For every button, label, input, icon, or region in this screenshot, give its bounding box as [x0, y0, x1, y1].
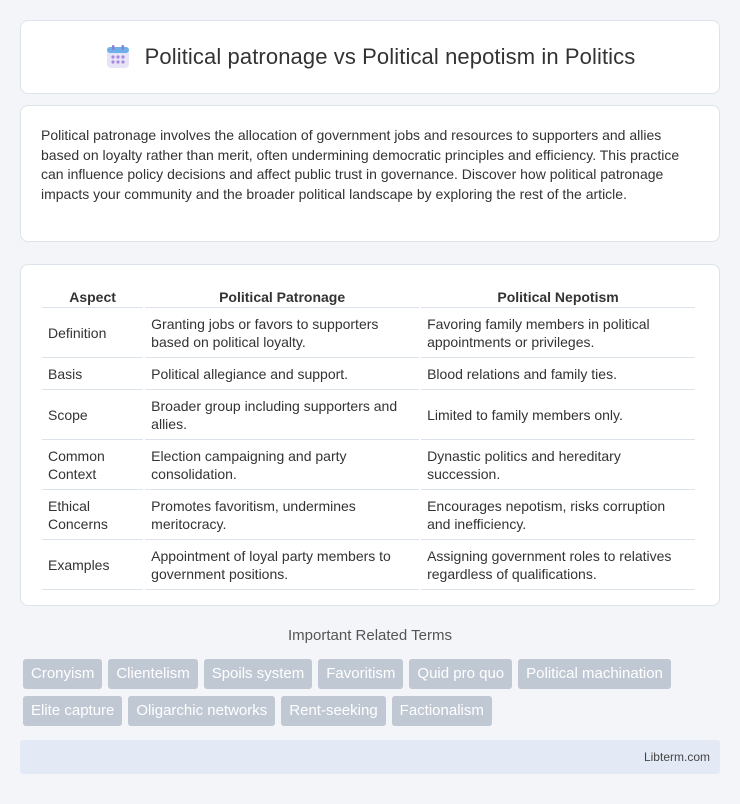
cell-aspect: Scope [42, 390, 144, 440]
table-header-row: Aspect Political Patronage Political Nep… [42, 285, 695, 308]
cell-nepotism: Favoring family members in political app… [421, 308, 695, 358]
term-tag[interactable]: Quid pro quo [409, 659, 513, 689]
cell-nepotism: Assigning government roles to relatives … [421, 540, 695, 590]
table-row: Examples Appointment of loyal party memb… [42, 540, 695, 590]
table-row: Common Context Election campaigning and … [42, 440, 695, 490]
cell-aspect: Definition [42, 308, 144, 358]
header-aspect: Aspect [42, 285, 144, 308]
related-terms-list: Cronyism Clientelism Spoils system Favor… [23, 659, 723, 726]
intro-card: Political patronage involves the allocat… [20, 105, 720, 242]
term-tag[interactable]: Oligarchic networks [128, 696, 276, 726]
table-row: Definition Granting jobs or favors to su… [42, 308, 695, 358]
cell-patronage: Granting jobs or favors to supporters ba… [145, 308, 420, 358]
comparison-table: Aspect Political Patronage Political Nep… [40, 285, 697, 590]
table-row: Scope Broader group including supporters… [42, 390, 695, 440]
term-tag[interactable]: Political machination [518, 659, 671, 689]
table-row: Ethical Concerns Promotes favoritism, un… [42, 490, 695, 540]
cell-nepotism: Dynastic politics and hereditary success… [421, 440, 695, 490]
table-row: Basis Political allegiance and support. … [42, 358, 695, 390]
cell-patronage: Appointment of loyal party members to go… [145, 540, 420, 590]
cell-aspect: Basis [42, 358, 144, 390]
term-tag[interactable]: Elite capture [23, 696, 123, 726]
intro-text: Political patronage involves the allocat… [41, 127, 680, 202]
comparison-card: Aspect Political Patronage Political Nep… [20, 264, 720, 606]
related-terms-title: Important Related Terms [288, 627, 452, 644]
header-nepotism: Political Nepotism [421, 285, 695, 308]
cell-nepotism: Encourages nepotism, risks corruption an… [421, 490, 695, 540]
cell-aspect: Common Context [42, 440, 144, 490]
calendar-icon [106, 45, 129, 68]
page-title: Political patronage vs Political nepotis… [144, 44, 636, 69]
footer: Libterm.com [20, 740, 720, 774]
cell-patronage: Promotes favoritism, undermines meritocr… [145, 490, 420, 540]
cell-aspect: Examples [42, 540, 144, 590]
cell-patronage: Election campaigning and party consolida… [145, 440, 420, 490]
term-tag[interactable]: Factionalism [391, 696, 492, 726]
cell-nepotism: Limited to family members only. [421, 390, 695, 440]
header-patronage: Political Patronage [145, 285, 420, 308]
term-tag[interactable]: Spoils system [203, 659, 313, 689]
term-tag[interactable]: Rent-seeking [281, 696, 386, 726]
term-tag[interactable]: Cronyism [23, 659, 103, 689]
cell-patronage: Broader group including supporters and a… [145, 390, 420, 440]
cell-patronage: Political allegiance and support. [145, 358, 420, 390]
cell-aspect: Ethical Concerns [42, 490, 144, 540]
footer-site-link[interactable]: Libterm.com [644, 750, 710, 764]
cell-nepotism: Blood relations and family ties. [421, 358, 695, 390]
term-tag[interactable]: Favoritism [318, 659, 404, 689]
term-tag[interactable]: Clientelism [108, 659, 198, 689]
title-card: Political patronage vs Political nepotis… [20, 20, 720, 94]
